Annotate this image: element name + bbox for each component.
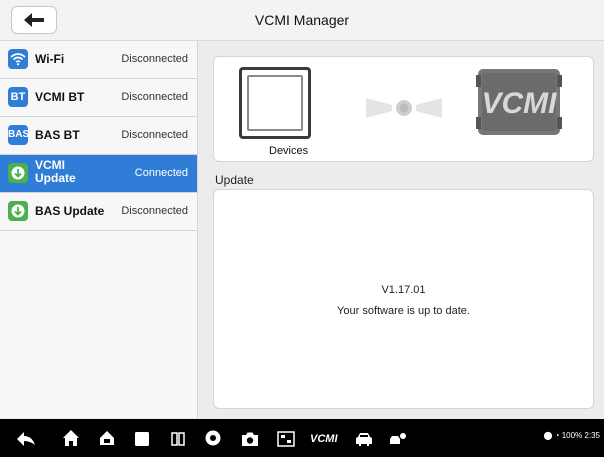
wifi-status-icon: ◔ bbox=[554, 431, 560, 440]
vcmi-logo: VCMI bbox=[482, 87, 558, 120]
bt-icon: BT bbox=[8, 87, 28, 107]
vcmi-device-icon: VCMI bbox=[476, 69, 562, 135]
bas-icon: BAS bbox=[8, 125, 29, 145]
sidebar-item-label: VCMI BT bbox=[35, 90, 85, 104]
sidebar-item-label: Wi-Fi bbox=[35, 52, 65, 66]
tablet-device-icon bbox=[239, 67, 311, 139]
sidebar-item-label: BAS BT bbox=[35, 128, 80, 142]
location-icon: ⬤ bbox=[543, 431, 553, 440]
update-section-header: Update bbox=[215, 173, 254, 187]
browser-icon[interactable] bbox=[204, 429, 222, 447]
signal-wave-icon bbox=[366, 98, 442, 118]
camera-icon[interactable] bbox=[241, 430, 259, 448]
vcmi-nav-icon[interactable]: VCMI bbox=[310, 430, 338, 448]
connection-status: Disconnected bbox=[121, 205, 188, 217]
home-outline-nav-icon[interactable] bbox=[98, 429, 116, 447]
devices-card: Devices VCMI bbox=[213, 56, 594, 162]
connection-status: Connected bbox=[134, 167, 188, 179]
wifi-icon bbox=[8, 49, 28, 69]
sidebar-item-vcmi-bt[interactable]: BT VCMI BT Disconnected bbox=[0, 79, 197, 117]
connection-status: Disconnected bbox=[121, 91, 188, 103]
title-bar: VCMI Manager bbox=[0, 0, 604, 41]
car-icon[interactable] bbox=[355, 430, 373, 448]
split-screen-icon[interactable] bbox=[170, 430, 186, 448]
connection-status: Disconnected bbox=[121, 129, 188, 141]
main-panel: Devices VCMI Update V1.17.01 Your softwa… bbox=[198, 41, 604, 418]
back-nav-icon[interactable] bbox=[17, 430, 35, 448]
sidebar-item-label: BAS Update bbox=[35, 204, 105, 218]
update-icon bbox=[8, 201, 28, 221]
sidebar-item-wifi[interactable]: Wi-Fi Disconnected bbox=[0, 41, 197, 79]
car-service-icon[interactable] bbox=[389, 430, 407, 448]
screen-record-icon[interactable] bbox=[277, 430, 295, 448]
battery-time-text: 100% 2:35 bbox=[561, 431, 600, 440]
version-text: V1.17.01 bbox=[381, 284, 426, 296]
sidebar-item-vcmi-update[interactable]: VCMI Update Connected bbox=[0, 155, 197, 193]
recent-apps-icon[interactable] bbox=[134, 430, 150, 448]
sidebar-item-label: VCMI Update bbox=[35, 158, 76, 185]
connection-status: Disconnected bbox=[121, 53, 188, 65]
up-to-date-message: Your software is up to date. bbox=[337, 305, 470, 317]
update-icon bbox=[8, 163, 28, 183]
status-bar-indicators: ⬤ ◔ 100% 2:35 bbox=[543, 431, 600, 440]
sidebar-item-bas-bt[interactable]: BAS BAS BT Disconnected bbox=[0, 117, 197, 155]
page-title: VCMI Manager bbox=[254, 12, 350, 28]
system-nav-bar: VCMI ⬤ ◔ 100% 2:35 bbox=[0, 419, 604, 457]
devices-label: Devices bbox=[269, 145, 309, 157]
update-card: V1.17.01 Your software is up to date. bbox=[213, 189, 594, 409]
sidebar-item-bas-update[interactable]: BAS Update Disconnected bbox=[0, 193, 197, 231]
home-nav-icon[interactable] bbox=[62, 429, 80, 447]
sidebar: Wi-Fi Disconnected BT VCMI BT Disconnect… bbox=[0, 41, 198, 418]
